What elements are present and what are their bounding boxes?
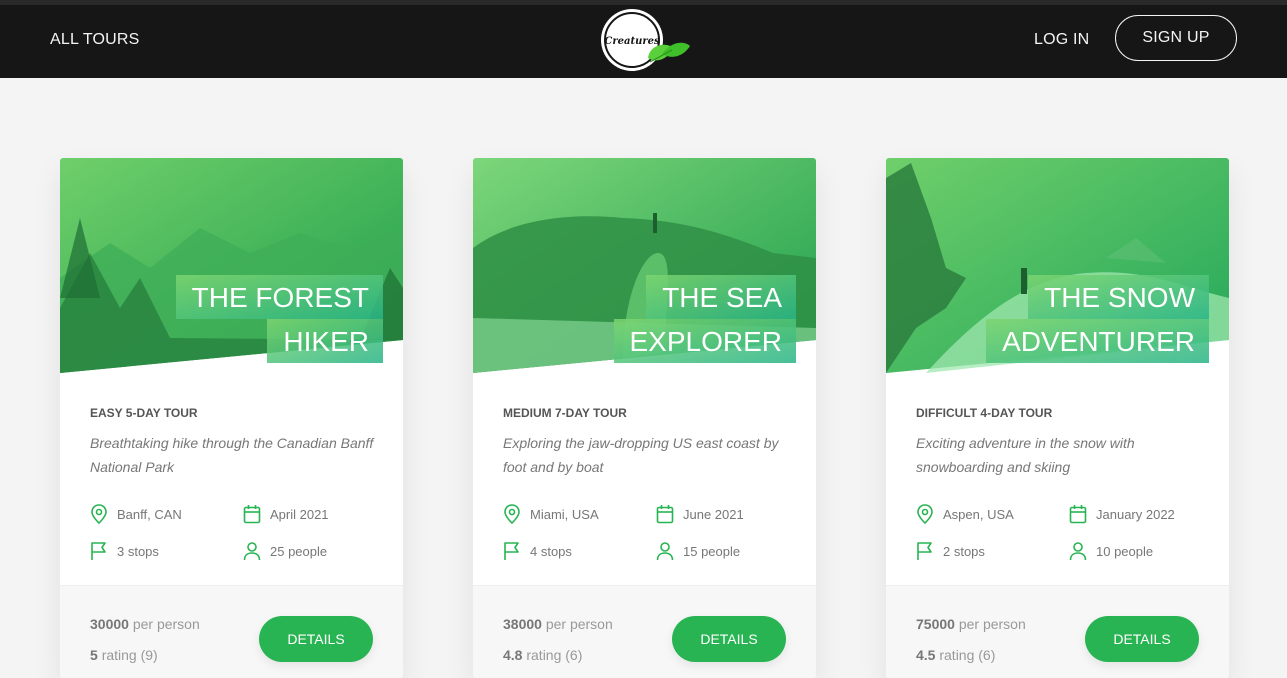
rating-label: rating (6)	[526, 647, 583, 663]
meta-location: Miami, USA	[503, 504, 599, 524]
tour-location: Banff, CAN	[117, 506, 182, 522]
meta-date: January 2022	[1069, 504, 1175, 524]
tour-title-line1: THE SNOW	[1028, 275, 1209, 319]
tour-difficulty: DIFFICULT 4-DAY TOUR	[916, 406, 1053, 420]
user-icon	[1069, 542, 1087, 561]
user-icon	[656, 542, 674, 561]
tour-title-line2: HIKER	[267, 319, 383, 363]
signup-button[interactable]: SIGN UP	[1115, 15, 1237, 61]
price-unit: per person	[545, 616, 613, 632]
meta-date: April 2021	[243, 504, 329, 524]
flag-icon	[504, 542, 519, 560]
meta-people: 25 people	[243, 541, 327, 561]
tour-rating: 5 rating (9)	[90, 647, 158, 663]
meta-people: 15 people	[656, 541, 740, 561]
rating-label: rating (9)	[101, 647, 158, 663]
card-header: THE SNOW ADVENTURER	[886, 158, 1229, 373]
tour-title-line2: EXPLORER	[613, 319, 796, 363]
tour-group-size: 15 people	[683, 543, 741, 559]
tour-title-line1: THE SEA	[646, 275, 796, 319]
price-unit: per person	[132, 616, 200, 632]
login-link[interactable]: LOG IN	[1034, 31, 1089, 49]
tour-card: THE FOREST HIKER EASY 5-DAY TOUR Breatht…	[60, 158, 403, 678]
rating-value: 4.8	[503, 647, 523, 663]
rating-value: 5	[90, 647, 98, 663]
meta-date: June 2021	[656, 504, 744, 524]
card-footer: 38000 per person 4.8 rating (6) DETAILS	[473, 585, 816, 678]
tour-title: THE SEA EXPLORER	[613, 275, 796, 363]
tour-summary: Exciting adventure in the snow with snow…	[916, 435, 1135, 475]
meta-stops: 2 stops	[916, 541, 985, 561]
tour-card: THE SNOW ADVENTURER DIFFICULT 4-DAY TOUR…	[886, 158, 1229, 678]
tour-title-line1: THE FOREST	[175, 275, 383, 319]
tour-difficulty: EASY 5-DAY TOUR	[90, 406, 198, 420]
calendar-icon	[1069, 505, 1087, 524]
tour-summary: Exploring the jaw-dropping US east coast…	[503, 435, 779, 475]
user-icon	[243, 542, 261, 561]
price-value: 75000	[916, 616, 955, 632]
tour-price: 38000 per person	[503, 616, 613, 632]
card-header: THE SEA EXPLORER	[473, 158, 816, 373]
site-header: ALL TOURS Creatures LOG IN SIGN UP	[0, 0, 1287, 78]
map-pin-icon	[504, 504, 520, 524]
calendar-icon	[243, 505, 261, 524]
price-value: 38000	[503, 616, 542, 632]
details-button[interactable]: DETAILS	[1085, 616, 1199, 662]
meta-stops: 4 stops	[503, 541, 572, 561]
tour-difficulty: MEDIUM 7-DAY TOUR	[503, 406, 627, 420]
calendar-icon	[656, 505, 674, 524]
tour-date: January 2022	[1096, 506, 1175, 522]
all-tours-link[interactable]: ALL TOURS	[50, 31, 140, 49]
map-pin-icon	[917, 504, 933, 524]
flag-icon	[91, 542, 106, 560]
map-pin-icon	[91, 504, 107, 524]
tour-location: Miami, USA	[530, 506, 599, 522]
tour-stops: 2 stops	[943, 543, 985, 559]
meta-people: 10 people	[1069, 541, 1153, 561]
tour-card: THE SEA EXPLORER MEDIUM 7-DAY TOUR Explo…	[473, 158, 816, 678]
tour-price: 30000 per person	[90, 616, 200, 632]
meta-location: Aspen, USA	[916, 504, 1014, 524]
tour-stops: 3 stops	[117, 543, 159, 559]
card-header: THE FOREST HIKER	[60, 158, 403, 373]
card-footer: 30000 per person 5 rating (9) DETAILS	[60, 585, 403, 678]
details-button[interactable]: DETAILS	[672, 616, 786, 662]
price-value: 30000	[90, 616, 129, 632]
details-button[interactable]: DETAILS	[259, 616, 373, 662]
logo-text: Creatures	[604, 36, 660, 47]
tour-group-size: 10 people	[1096, 543, 1154, 559]
card-footer: 75000 per person 4.5 rating (6) DETAILS	[886, 585, 1229, 678]
rating-value: 4.5	[916, 647, 936, 663]
tour-stops: 4 stops	[530, 543, 572, 559]
meta-location: Banff, CAN	[90, 504, 182, 524]
tour-title: THE FOREST HIKER	[175, 275, 383, 363]
tour-summary: Breathtaking hike through the Canadian B…	[90, 435, 374, 475]
tour-date: April 2021	[270, 506, 329, 522]
tour-price: 75000 per person	[916, 616, 1026, 632]
tour-group-size: 25 people	[270, 543, 328, 559]
site-logo[interactable]: Creatures	[600, 6, 692, 78]
tour-rating: 4.8 rating (6)	[503, 647, 582, 663]
tour-rating: 4.5 rating (6)	[916, 647, 995, 663]
rating-label: rating (6)	[939, 647, 996, 663]
price-unit: per person	[958, 616, 1026, 632]
flag-icon	[917, 542, 932, 560]
meta-stops: 3 stops	[90, 541, 159, 561]
tour-title-line2: ADVENTURER	[986, 319, 1209, 363]
tour-title: THE SNOW ADVENTURER	[986, 275, 1209, 363]
tour-date: June 2021	[683, 506, 744, 522]
tour-location: Aspen, USA	[943, 506, 1014, 522]
